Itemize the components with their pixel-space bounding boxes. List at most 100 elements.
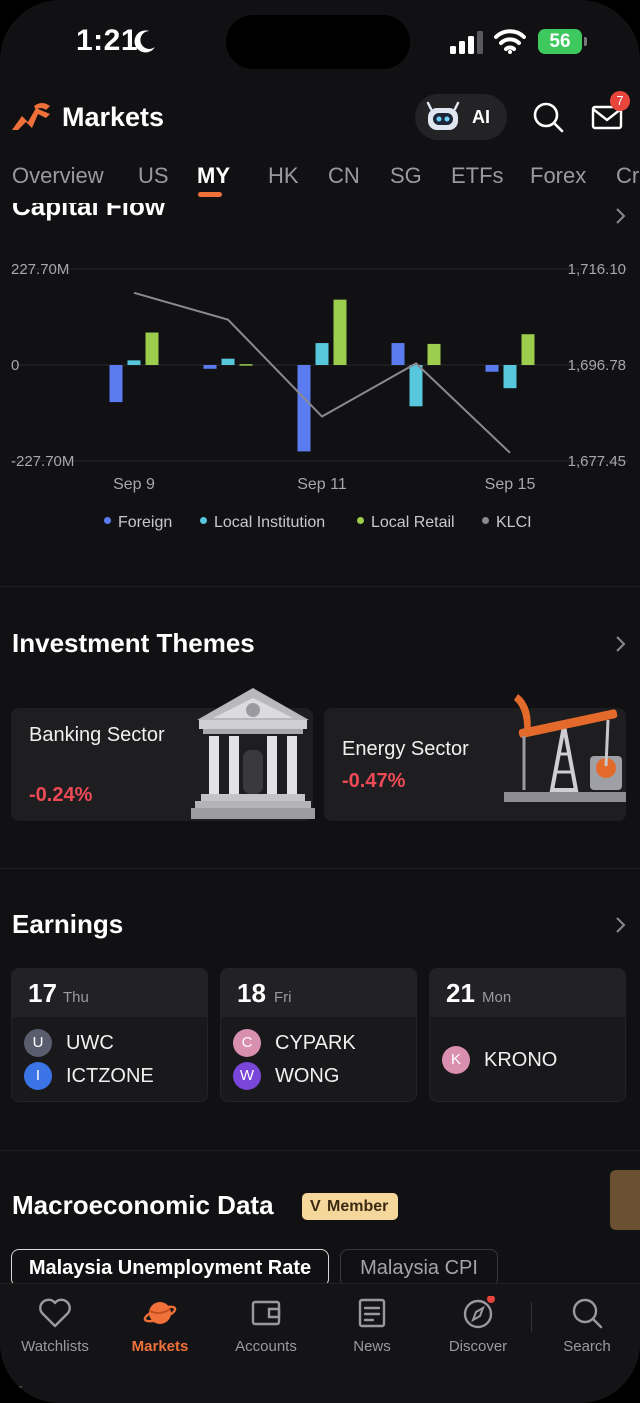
theme-name: Banking Sector xyxy=(29,724,165,746)
stock-avatar: U xyxy=(24,1029,52,1057)
x-axis-tick-label: Sep 15 xyxy=(485,476,536,493)
nav-news[interactable]: News xyxy=(319,1292,425,1362)
y-axis-left-tick-label: 227.70M xyxy=(11,261,69,278)
legend-dot xyxy=(200,517,207,525)
search-icon[interactable] xyxy=(531,100,565,134)
legend-label: KLCI xyxy=(496,514,532,531)
earnings-date-header: 18 Fri xyxy=(221,969,416,1017)
y-axis-left-tick-label: 0 xyxy=(11,357,19,374)
nav-accounts[interactable]: Accounts xyxy=(213,1292,319,1362)
bar-local-institution xyxy=(503,365,517,389)
search-icon xyxy=(572,1298,603,1329)
nav-label: Watchlists xyxy=(21,1338,89,1355)
themes-title: Investment Themes xyxy=(12,628,255,658)
capital-flow-chart: 227.70M 0 -227.70M 1,716.10 1,696.78 1,677.45… xyxy=(11,261,628,493)
section-divider xyxy=(0,868,640,869)
earnings-date-header: 21 Mon xyxy=(430,969,625,1017)
stock-avatar: I xyxy=(24,1062,52,1090)
robot-icon xyxy=(426,101,460,130)
planet-icon xyxy=(143,1302,177,1324)
legend-item: Local Institution xyxy=(200,514,325,532)
earnings-weekday: Fri xyxy=(274,989,292,1006)
earnings-weekday: Thu xyxy=(63,989,89,1006)
home-indicator xyxy=(10,1386,22,1388)
active-tab-indicator xyxy=(198,192,222,197)
legend-dot xyxy=(104,517,111,525)
tab-hk[interactable]: HK xyxy=(268,163,299,189)
earnings-day: 21 xyxy=(446,978,475,1008)
bar-local-retail xyxy=(521,334,535,365)
theme-name: Energy Sector xyxy=(342,738,469,760)
bar-local-retail xyxy=(427,343,441,365)
theme-change: -0.47% xyxy=(342,770,406,792)
ai-assistant-button[interactable]: AI xyxy=(415,94,507,140)
macro-pill-cpi[interactable]: Malaysia CPI xyxy=(340,1249,498,1287)
tab-forex[interactable]: Forex xyxy=(530,163,586,189)
legend-item: Foreign xyxy=(104,514,172,532)
heart-icon xyxy=(39,1298,71,1328)
bar-local-institution xyxy=(409,365,423,407)
battery-level: 56 xyxy=(538,29,582,54)
tab-my[interactable]: MY xyxy=(197,163,230,189)
earnings-day-card[interactable]: 17 Thu U UWC I ICTZONE xyxy=(11,968,208,1102)
legend-label: Local Retail xyxy=(371,514,455,531)
earnings-day: 18 xyxy=(237,978,266,1008)
tab-cn[interactable]: CN xyxy=(328,163,360,189)
chevron-right-icon[interactable] xyxy=(614,635,626,653)
nav-markets[interactable]: Markets xyxy=(107,1292,213,1362)
theme-change: -0.24% xyxy=(29,784,93,806)
legend-item: KLCI xyxy=(482,514,532,532)
bar-local-retail xyxy=(333,299,347,365)
nav-label: Markets xyxy=(131,1338,189,1355)
bar-local-institution xyxy=(127,360,141,365)
status-bar: 1:21 56 xyxy=(0,0,640,90)
tab-us[interactable]: US xyxy=(138,163,169,189)
market-tabs: Overview US MY HK CN SG ETFs Forex Cr xyxy=(0,163,640,203)
tab-overview[interactable]: Overview xyxy=(12,163,104,189)
nav-watchlists[interactable]: Watchlists xyxy=(2,1292,108,1362)
legend-label: Local Institution xyxy=(214,514,326,531)
theme-card-banking[interactable]: Banking Sector -0.24% xyxy=(11,688,315,821)
cellular-signal-icon xyxy=(450,31,483,54)
mail-badge: 7 xyxy=(610,91,630,111)
nav-search[interactable]: Search xyxy=(534,1292,640,1362)
nav-label: Discover xyxy=(448,1338,508,1355)
earnings-weekday: Mon xyxy=(482,989,512,1006)
nav-label: Accounts xyxy=(235,1338,297,1355)
tab-etfs[interactable]: ETFs xyxy=(451,163,504,189)
compass-icon xyxy=(463,1296,495,1329)
bottom-navigation: Watchlists Markets Accounts News Discove… xyxy=(0,1283,640,1403)
macro-pill-unemployment[interactable]: Malaysia Unemployment Rate xyxy=(11,1249,329,1287)
moon-icon xyxy=(134,30,155,53)
stock-symbol: WONG xyxy=(275,1065,340,1087)
news-icon xyxy=(358,1298,386,1328)
earnings-day-card[interactable]: 21 Mon K KRONO xyxy=(429,968,626,1102)
status-time: 1:21 xyxy=(76,24,139,57)
theme-card-energy[interactable]: Energy Sector -0.47% xyxy=(324,694,626,821)
bar-local-institution xyxy=(315,343,329,365)
earnings-day-card[interactable]: 18 Fri C CYPARK W WONG xyxy=(220,968,417,1102)
section-divider xyxy=(0,586,640,587)
stock-symbol: ICTZONE xyxy=(66,1065,154,1087)
stock-avatar: W xyxy=(233,1062,261,1090)
nav-discover[interactable]: Discover xyxy=(425,1292,531,1362)
chevron-right-icon[interactable] xyxy=(614,916,626,934)
y-axis-right-tick-label: 1,677.45 xyxy=(568,453,626,470)
app-logo-icon xyxy=(12,103,50,130)
capital-flow-header[interactable]: Capital Flow xyxy=(0,203,640,243)
nav-label: Search xyxy=(563,1338,611,1355)
tab-crypto[interactable]: Cr xyxy=(616,163,639,189)
wifi-icon xyxy=(494,29,526,54)
stock-symbol: CYPARK xyxy=(275,1032,356,1054)
section-divider xyxy=(0,1150,640,1151)
bar-foreign xyxy=(297,365,311,452)
chart-legend: Foreign Local Institution Local Retail KLCI xyxy=(0,514,640,538)
capital-flow-title: Capital Flow xyxy=(12,203,166,221)
stock-avatar: C xyxy=(233,1029,261,1057)
bar-foreign xyxy=(485,365,499,372)
floating-promo-widget[interactable] xyxy=(610,1170,640,1230)
y-axis-right-tick-label: 1,716.10 xyxy=(568,261,626,278)
legend-item: Local Retail xyxy=(357,514,455,532)
tab-sg[interactable]: SG xyxy=(390,163,422,189)
nav-label: News xyxy=(353,1338,391,1355)
